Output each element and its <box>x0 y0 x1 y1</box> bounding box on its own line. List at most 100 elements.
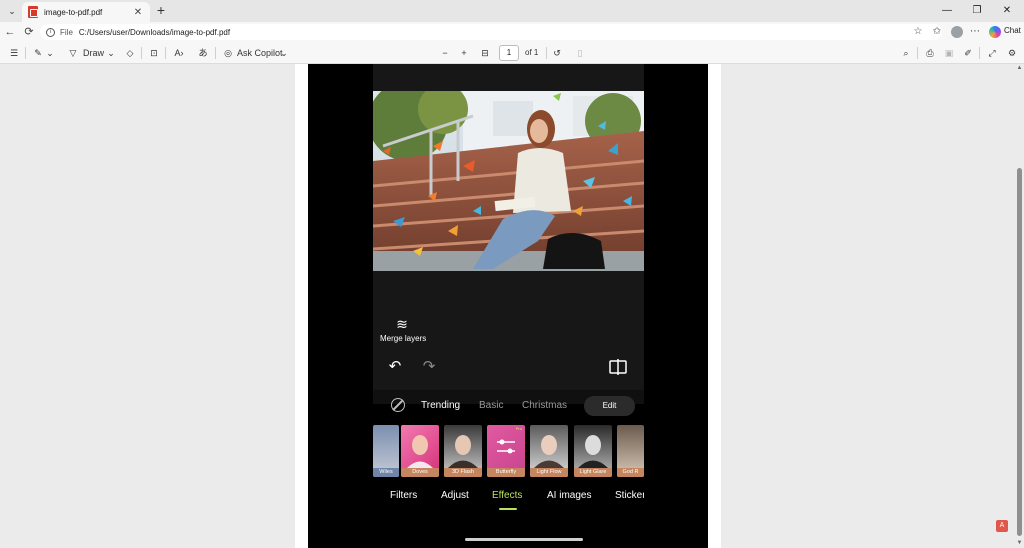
search-icon[interactable]: ⌕ <box>899 46 913 60</box>
scroll-down-icon[interactable]: ▼ <box>1015 539 1024 548</box>
url-input[interactable]: i File C:/Users/user/Downloads/image-to-… <box>40 24 942 40</box>
eraser-icon[interactable]: ◇ <box>123 46 137 60</box>
draw-label[interactable]: Draw <box>83 46 105 60</box>
category-christmas[interactable]: Christmas <box>522 398 567 414</box>
highlight-icon[interactable]: ✎ <box>31 46 45 60</box>
effect-label: God R <box>617 468 644 477</box>
pdf-viewer-area[interactable]: ≋ Merge layers ↶ ↷ Trending Basic Christ… <box>0 64 1024 548</box>
effect-label: Wiles <box>373 468 399 477</box>
url-text: C:/Users/user/Downloads/image-to-pdf.pdf <box>78 27 231 37</box>
effect-portrait <box>534 435 564 468</box>
category-basic[interactable]: Basic <box>479 398 503 414</box>
toolbar-divider <box>546 47 547 59</box>
save-icon[interactable]: ▣ <box>942 46 956 60</box>
tab-sticker[interactable]: Sticker <box>615 489 644 503</box>
merge-layers-icon[interactable]: ≋ <box>392 316 412 332</box>
scroll-up-icon[interactable]: ▲ <box>1015 64 1024 73</box>
copilot-chat-icon[interactable] <box>989 26 1001 38</box>
effect-label: Light Flow <box>530 468 568 477</box>
add-text-icon[interactable]: ⊡ <box>147 46 161 60</box>
contents-list-icon[interactable]: ☰ <box>7 46 21 60</box>
more-options-icon[interactable]: ⋯ <box>968 25 982 39</box>
back-icon[interactable]: ← <box>2 24 18 40</box>
effect-portrait <box>448 435 478 468</box>
file-scheme-label: File <box>60 27 73 37</box>
chat-label[interactable]: Chat <box>1004 26 1021 35</box>
favorites-icon[interactable]: ✩ <box>930 25 944 39</box>
vertical-scrollbar[interactable]: ▲ ▼ <box>1015 64 1024 548</box>
profile-avatar[interactable] <box>951 26 963 38</box>
effect-label: Doves <box>401 468 439 477</box>
effect-thumbnail[interactable]: Doves <box>401 425 439 477</box>
effect-portrait <box>578 435 608 468</box>
adjust-sliders-icon <box>497 439 515 454</box>
highlight-dropdown-icon[interactable]: ⌄ <box>45 46 55 60</box>
edit-button[interactable]: Edit <box>584 396 635 416</box>
effect-thumbnail[interactable]: Light Flow <box>530 425 568 477</box>
tab-filters[interactable]: Filters <box>390 489 417 503</box>
effect-thumbnail[interactable]: 3D Flash <box>444 425 482 477</box>
toolbar-divider <box>979 47 980 59</box>
tab-effects[interactable]: Effects <box>492 489 522 503</box>
toolbar-divider <box>215 47 216 59</box>
merge-layers-label[interactable]: Merge layers <box>380 334 426 343</box>
rotate-icon[interactable]: ↺ <box>550 46 564 60</box>
tab-actions-menu-icon[interactable]: ⌄ <box>4 3 20 19</box>
page-view-icon[interactable]: ▯ <box>573 46 587 60</box>
translate-icon[interactable]: あ <box>195 46 211 60</box>
pdf-file-icon <box>28 6 38 18</box>
edited-photo <box>373 91 644 271</box>
toolbar-divider <box>141 47 142 59</box>
toolbar-divider <box>25 47 26 59</box>
photo-illustration <box>373 91 644 271</box>
pro-badge: Pro <box>515 426 522 431</box>
effect-thumbnail-selected[interactable]: Pro Butterfly <box>487 425 525 477</box>
new-tab-icon[interactable]: + <box>153 2 169 18</box>
browser-tab-strip: ⌄ image-to-pdf.pdf ✕ + — ❐ ✕ <box>0 0 1024 22</box>
no-effect-icon[interactable] <box>391 398 405 412</box>
toolbar-divider <box>165 47 166 59</box>
fit-page-icon[interactable]: ⊟ <box>478 46 492 60</box>
effect-label: Butterfly <box>487 468 525 477</box>
effect-thumbnail[interactable]: Wiles <box>373 425 399 477</box>
effect-portrait <box>407 435 433 468</box>
pdf-toolbar: ☰ ✎ ⌄ ▽ Draw ⌄ ◇ ⊡ A› あ ◎ Ask Copilot ⌄ … <box>0 42 1024 64</box>
tab-title: image-to-pdf.pdf <box>44 7 103 17</box>
settings-gear-icon[interactable]: ⚙ <box>1005 46 1019 60</box>
page-total-label: of 1 <box>525 48 539 57</box>
favorite-star-icon[interactable]: ☆ <box>911 25 925 39</box>
refresh-icon[interactable]: ⟳ <box>21 24 37 40</box>
scrollbar-thumb[interactable] <box>1017 168 1022 536</box>
browser-tab[interactable]: image-to-pdf.pdf ✕ <box>22 2 150 22</box>
restore-icon[interactable]: ❐ <box>962 3 992 19</box>
close-window-icon[interactable]: ✕ <box>992 3 1022 19</box>
toolbar-divider <box>917 47 918 59</box>
page-number-input[interactable]: 1 <box>499 45 519 61</box>
zoom-out-icon[interactable]: − <box>439 46 451 60</box>
effect-thumbnail[interactable]: God R <box>617 425 644 477</box>
home-indicator <box>465 538 583 541</box>
info-icon[interactable]: i <box>46 27 55 37</box>
copilot-icon[interactable]: ◎ <box>221 46 235 60</box>
draw-icon[interactable]: ▽ <box>66 46 80 60</box>
compare-icon[interactable] <box>609 359 627 375</box>
effect-label: Light Glare <box>574 468 612 477</box>
minimize-icon[interactable]: — <box>932 3 962 19</box>
save-as-icon[interactable]: ✐ <box>961 46 975 60</box>
undo-icon[interactable]: ↶ <box>386 358 404 376</box>
zoom-in-icon[interactable]: + <box>458 46 470 60</box>
draw-dropdown-icon[interactable]: ⌄ <box>106 46 116 60</box>
tab-adjust[interactable]: Adjust <box>441 489 469 503</box>
close-tab-icon[interactable]: ✕ <box>132 7 144 18</box>
fullscreen-icon[interactable]: ⤢ <box>985 46 999 60</box>
print-icon[interactable]: ⎙ <box>923 46 937 60</box>
effect-thumbnail[interactable]: Light Glare <box>574 425 612 477</box>
tab-ai-images[interactable]: AI images <box>547 489 591 503</box>
redo-icon[interactable]: ↷ <box>420 358 438 376</box>
category-trending[interactable]: Trending <box>421 398 460 414</box>
address-bar: ← ⟳ i File C:/Users/user/Downloads/image… <box>0 22 1024 42</box>
effect-label: 3D Flash <box>444 468 482 477</box>
copilot-dropdown-icon[interactable]: ⌄ <box>279 46 289 60</box>
acrobat-icon[interactable]: A <box>996 520 1008 532</box>
read-aloud-icon[interactable]: A› <box>171 46 187 60</box>
